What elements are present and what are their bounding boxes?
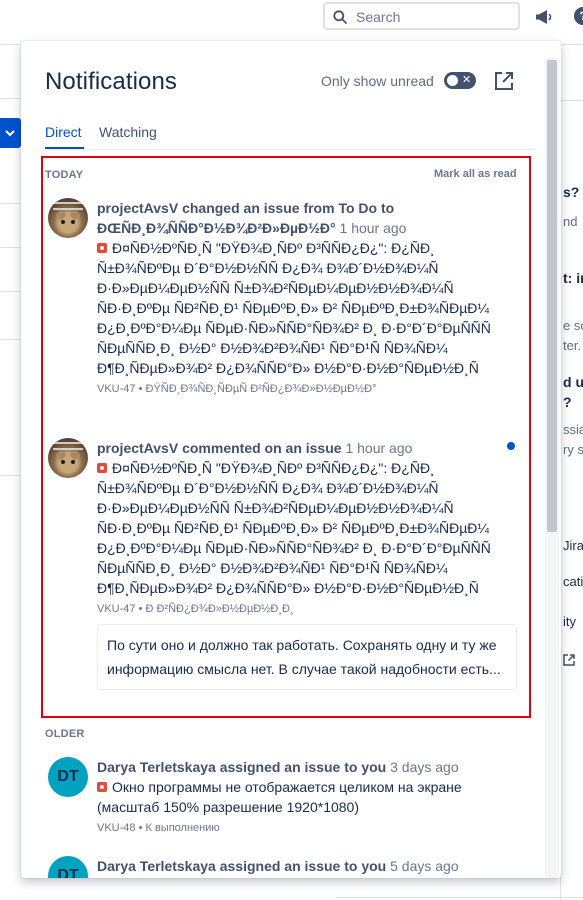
issue-status: К выполнению bbox=[145, 822, 220, 834]
divider bbox=[0, 291, 21, 292]
notification-action: assigned an issue to you bbox=[219, 759, 387, 775]
bg-text: nd bbox=[563, 214, 578, 229]
search-icon bbox=[333, 10, 347, 24]
close-icon: ✕ bbox=[462, 74, 472, 86]
bg-text: Jira bbox=[563, 538, 583, 553]
search-input[interactable]: Search bbox=[323, 2, 520, 30]
notification-headline: projectAvsV commented on an issue 1 hour… bbox=[97, 438, 517, 458]
notification-user[interactable]: Darya Terletskaya bbox=[97, 759, 216, 775]
notification-time: 3 days ago bbox=[390, 759, 459, 775]
issue-key: VKU-47 bbox=[97, 383, 136, 395]
notification-action-tail: ÐŒÑÐ¸Ð¾ÑÑÐ°Ð½Ð¾Ð²Ð»ÐµÐ½Ð° bbox=[97, 220, 336, 236]
issue-key: VKU-47 bbox=[97, 603, 136, 615]
bug-icon bbox=[97, 463, 107, 473]
divider bbox=[0, 247, 21, 248]
open-in-new-window-icon[interactable] bbox=[494, 71, 514, 91]
notification-headline: Darya Terletskaya assigned an issue to y… bbox=[97, 757, 517, 777]
only-show-unread-label: Only show unread bbox=[321, 73, 434, 89]
bg-text: ? bbox=[563, 394, 572, 410]
avatar: DT bbox=[48, 856, 88, 878]
issue-status: ÐŸÑÐ¸Ð¾ÑÐ¸ÑÐµÑ Ð²ÑÐ¿Ð¾Ð»Ð½ÐµÐ½Ð° bbox=[145, 383, 377, 395]
issue-title[interactable]: Ð¤ÑÐ½ÐºÑÐ¸Ñ "ÐŸÐ¾Ð¸ÑÐº Ð³ÑÑÐ¿Ð¿": Ð¿ÑÐ¸ … bbox=[97, 238, 517, 378]
comment-preview[interactable]: По сути оно и должно так работать. Сохра… bbox=[97, 624, 517, 690]
only-show-unread-toggle[interactable]: ✕ bbox=[444, 72, 476, 89]
top-navigation-bar: Search ? bbox=[0, 0, 583, 45]
scrollbar-thumb[interactable] bbox=[547, 60, 557, 532]
notification-user[interactable]: projectAvsV bbox=[97, 440, 178, 456]
issue-title-text: Ð¤ÑÐ½ÐºÑÐ¸Ñ "ÐŸÐ¾Ð¸ÑÐº Ð³ÑÑÐ¿Ð¿": Ð¿ÑÐ¸ … bbox=[97, 460, 491, 596]
issue-title-text: Ð¤ÑÐ½ÐºÑÐ¸Ñ "ÐŸÐ¾Ð¸ÑÐº Ð³ÑÑÐ¿Ð¿": Ð¿ÑÐ¸ … bbox=[97, 240, 491, 376]
issue-title[interactable]: Ð¤ÑÐ½ÐºÑÐ¸Ñ "ÐŸÐ¾Ð¸ÑÐº Ð³ÑÑÐ¿Ð¿": Ð¿ÑÐ¸ … bbox=[97, 458, 517, 598]
divider bbox=[0, 339, 21, 340]
bg-text: t: in bbox=[563, 270, 583, 286]
divider bbox=[0, 475, 21, 476]
notification-time: 1 hour ago bbox=[339, 220, 407, 236]
avatar bbox=[48, 438, 88, 478]
bg-text: s? bbox=[563, 184, 580, 200]
collapse-sidebar-button[interactable] bbox=[0, 118, 21, 148]
bg-text: ssian bbox=[563, 422, 583, 437]
divider bbox=[0, 203, 21, 204]
megaphone-icon[interactable] bbox=[535, 8, 555, 26]
issue-status: Ð Ð²ÑÐ¿Ð¾Ð»Ð½ÐµÐ½Ð¸Ð¸ bbox=[145, 603, 294, 615]
avatar bbox=[48, 198, 88, 238]
issue-meta: VKU-48 • К выполнению bbox=[97, 822, 220, 834]
bg-text: cati bbox=[563, 574, 583, 589]
notification-action: assigned an issue to you bbox=[219, 858, 387, 874]
avatar: DT bbox=[48, 757, 88, 797]
notification-headline: Darya Terletskaya assigned an issue to y… bbox=[97, 856, 517, 876]
divider bbox=[0, 98, 21, 99]
older-section-label: OLDER bbox=[45, 728, 85, 740]
mark-all-as-read-button[interactable]: Mark all as read bbox=[434, 168, 517, 180]
notification-headline: projectAvsV changed an issue from To Do … bbox=[97, 198, 517, 238]
chevron-down-icon bbox=[5, 130, 15, 137]
issue-title-text: Окно программы не отображается целиком н… bbox=[97, 779, 462, 815]
toggle-knob bbox=[447, 75, 458, 86]
bg-text: d us bbox=[563, 374, 583, 390]
help-icon[interactable]: ? bbox=[574, 7, 583, 25]
tab-watching[interactable]: Watching bbox=[99, 124, 157, 140]
notifications-panel: Notifications Only show unread ✕ Direct … bbox=[21, 41, 561, 878]
bg-text: e sc bbox=[563, 318, 583, 333]
notification-user[interactable]: Darya Terletskaya bbox=[97, 858, 216, 874]
issue-meta: VKU-47 • ÐŸÑÐ¸Ð¾ÑÐ¸ÑÐµÑ Ð²ÑÐ¿Ð¾Ð»Ð½ÐµÐ½Ð… bbox=[97, 383, 377, 395]
notification-time: 1 hour ago bbox=[345, 440, 413, 456]
external-link-icon[interactable] bbox=[563, 654, 575, 666]
bg-text: ity bbox=[563, 614, 576, 629]
bg-text: ter. bbox=[563, 338, 582, 353]
divider bbox=[336, 897, 583, 898]
bug-icon bbox=[97, 782, 107, 792]
background-content: s? nd t: in e sc ter. d us ? ssian ry st… bbox=[560, 100, 583, 900]
tab-direct[interactable]: Direct bbox=[45, 124, 82, 140]
bug-icon bbox=[97, 243, 107, 253]
divider bbox=[45, 149, 537, 150]
panel-title: Notifications bbox=[45, 68, 178, 95]
today-section-label: TODAY bbox=[45, 169, 84, 181]
bg-text: ry st bbox=[563, 442, 583, 457]
notification-action: changed an issue from To Do to bbox=[182, 200, 395, 216]
notification-user[interactable]: projectAvsV bbox=[97, 200, 178, 216]
search-placeholder: Search bbox=[356, 9, 401, 25]
unread-indicator[interactable] bbox=[507, 442, 515, 450]
issue-key: VKU-48 bbox=[97, 822, 136, 834]
issue-meta: VKU-47 • Ð Ð²ÑÐ¿Ð¾Ð»Ð½ÐµÐ½Ð¸Ð¸ bbox=[97, 603, 294, 615]
notification-time: 5 days ago bbox=[390, 858, 459, 874]
notification-action: commented on an issue bbox=[182, 440, 342, 456]
issue-title[interactable]: Окно программы не отображается целиком н… bbox=[97, 777, 517, 817]
